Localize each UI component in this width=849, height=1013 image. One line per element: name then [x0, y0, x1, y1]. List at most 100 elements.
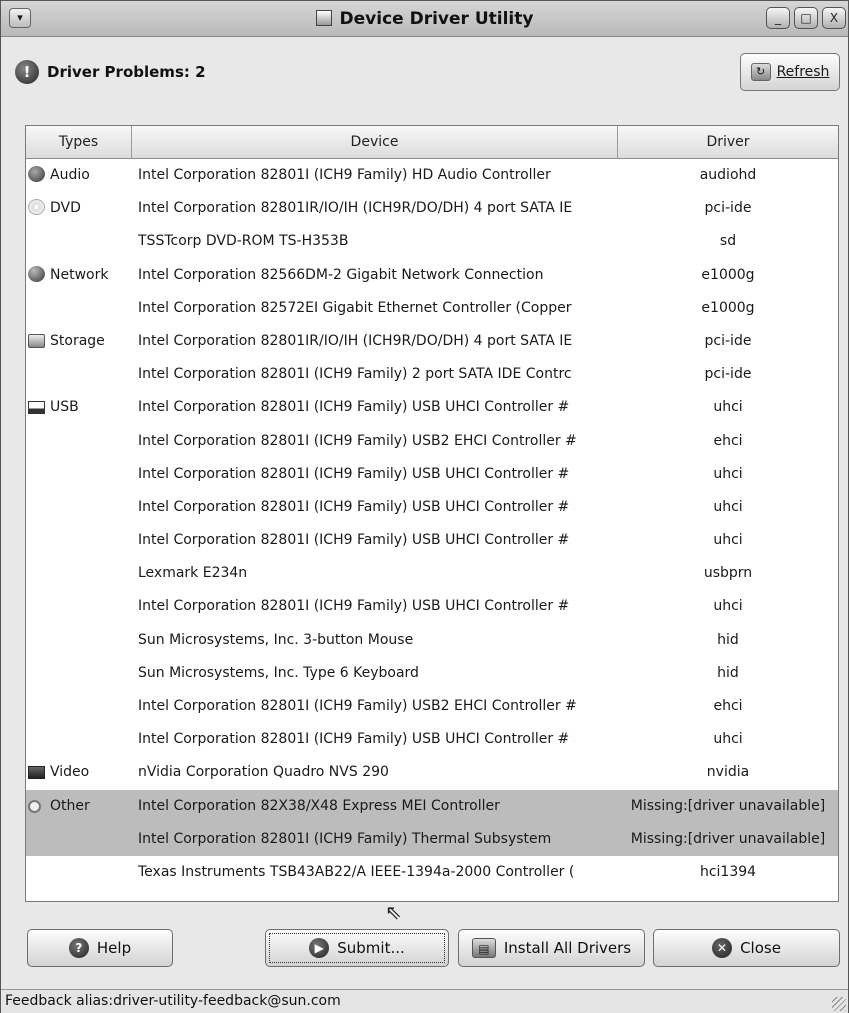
type-cell: Video — [28, 756, 132, 789]
type-cell — [28, 690, 132, 723]
driver-cell: e1000g — [701, 299, 755, 316]
table-row[interactable]: USB Intel Corporation 82801I (ICH9 Family… — [26, 391, 838, 424]
device-cell: Intel Corporation 82801I (ICH9 Family) U… — [138, 399, 570, 416]
table-row[interactable]: Intel Corporation 82801I (ICH9 Family) U… — [26, 690, 838, 723]
type-cell — [28, 225, 132, 258]
install-all-drivers-button[interactable]: ▤ Install All Drivers — [458, 929, 645, 967]
table-row[interactable]: Intel Corporation 82801I (ICH9 Family) U… — [26, 590, 838, 623]
device-cell: nVidia Corporation Quadro NVS 290 — [138, 764, 389, 781]
app-icon — [315, 10, 332, 26]
device-cell: Intel Corporation 82801I (ICH9 Family) H… — [138, 167, 551, 183]
help-label: Help — [96, 939, 132, 957]
type-cell — [28, 458, 132, 491]
type-label: Video — [50, 764, 90, 781]
table-header: Types Device Driver — [26, 126, 838, 159]
type-cell — [28, 823, 132, 856]
dvd-icon — [28, 199, 45, 216]
table-row[interactable]: DVD Intel Corporation 82801IR/IO/IH (ICH9… — [26, 192, 838, 225]
device-cell: Intel Corporation 82801I (ICH9 Family) U… — [138, 532, 570, 549]
close-label: Close — [740, 939, 781, 957]
driver-cell: ehci — [713, 698, 743, 714]
type-cell — [28, 657, 132, 690]
minimize-button[interactable]: _ — [766, 7, 790, 29]
type-cell — [28, 524, 132, 557]
resize-grip-icon[interactable] — [832, 997, 846, 1011]
type-cell — [28, 358, 132, 391]
close-button[interactable]: ✕ Close — [653, 929, 840, 967]
driver-cell: Missing:[driver unavailable] — [630, 797, 826, 814]
driver-cell: hid — [717, 664, 739, 681]
driver-cell: uhci — [713, 532, 743, 549]
table-row[interactable]: Sun Microsystems, Inc. 3-button Mouse hid — [26, 624, 838, 657]
driver-cell: pci-ide — [704, 200, 752, 217]
type-cell — [28, 425, 132, 458]
table-row[interactable]: Intel Corporation 82801I (ICH9 Family) U… — [26, 524, 838, 557]
type-cell — [28, 557, 132, 590]
table-row[interactable]: Intel Corporation 82801I (ICH9 Family) U… — [26, 458, 838, 491]
device-driver-utility-window: ▾ Device Driver Utility _ □ X ! Driver P… — [0, 0, 849, 1013]
table-row[interactable]: Intel Corporation 82801I (ICH9 Family) U… — [26, 491, 838, 524]
type-cell — [28, 624, 132, 657]
table-row[interactable]: Network Intel Corporation 82566DM-2 Gigab… — [26, 259, 838, 292]
driver-cell: uhci — [713, 731, 743, 748]
driver-cell: uhci — [713, 465, 743, 482]
type-cell — [28, 491, 132, 524]
device-cell: Intel Corporation 82801I (ICH9 Family) U… — [138, 731, 570, 748]
refresh-button[interactable]: ↻ Refresh — [740, 53, 840, 91]
device-cell: Intel Corporation 82801I (ICH9 Family) 2… — [138, 366, 572, 383]
alert-icon: ! — [15, 60, 39, 84]
table-row[interactable]: Other Intel Corporation 82X38/X48 Express… — [26, 789, 838, 823]
window-close-button[interactable]: X — [822, 7, 846, 29]
install-all-label: Install All Drivers — [503, 939, 632, 957]
device-table[interactable]: Types Device Driver Audio Intel Corporati… — [25, 125, 839, 902]
table-row[interactable]: Storage Intel Corporation 82801IR/IO/IH (… — [26, 325, 838, 358]
maximize-button[interactable]: □ — [794, 7, 818, 29]
type-label: Other — [50, 797, 90, 814]
type-label: DVD — [50, 200, 81, 217]
install-icon: ▤ — [471, 938, 496, 958]
table-row[interactable]: Intel Corporation 82801I (ICH9 Family) 2… — [26, 358, 838, 391]
column-header-device[interactable]: Device — [132, 126, 618, 159]
table-row[interactable]: Audio Intel Corporation 82801I (ICH9 Fami… — [26, 159, 838, 192]
type-cell: Storage — [28, 325, 132, 358]
mouse-cursor-icon: ⇖ — [385, 900, 402, 924]
help-icon: ? — [68, 938, 89, 958]
driver-cell: pci-ide — [704, 366, 752, 383]
table-row[interactable]: Intel Corporation 82572EI Gigabit Ethern… — [26, 292, 838, 325]
table-row[interactable]: Intel Corporation 82801I (ICH9 Family) U… — [26, 425, 838, 458]
device-cell: Texas Instruments TSB43AB22/A IEEE-1394a… — [138, 863, 575, 880]
type-cell: Network — [28, 259, 132, 292]
table-row[interactable]: Sun Microsystems, Inc. Type 6 Keyboard hi… — [26, 657, 838, 690]
device-cell: Intel Corporation 82801I (ICH9 Family) T… — [138, 830, 552, 847]
refresh-label: Refresh — [776, 64, 830, 80]
type-cell — [28, 856, 132, 889]
help-button[interactable]: ? Help — [27, 929, 173, 967]
type-label: Audio — [50, 167, 90, 183]
type-cell — [28, 590, 132, 623]
table-row[interactable]: Video nVidia Corporation Quadro NVS 290 nv… — [26, 756, 838, 789]
play-icon: ▶ — [309, 938, 330, 958]
table-row[interactable]: TSSTcorp DVD-ROM TS-H353B sd — [26, 225, 838, 258]
submit-label: Submit... — [337, 939, 405, 957]
submit-button[interactable]: ▶ Submit... — [265, 929, 449, 967]
column-header-driver[interactable]: Driver — [618, 126, 838, 159]
type-cell: USB — [28, 391, 132, 424]
table-row[interactable]: Intel Corporation 82801I (ICH9 Family) T… — [26, 822, 838, 856]
feedback-alias-text: Feedback alias:driver-utility-feedback@s… — [5, 993, 341, 1009]
driver-cell: ehci — [713, 432, 743, 449]
column-header-types[interactable]: Types — [26, 126, 132, 159]
table-row[interactable]: Intel Corporation 82801I (ICH9 Family) U… — [26, 723, 838, 756]
table-row[interactable]: Lexmark E234n usbprn — [26, 557, 838, 590]
type-label: USB — [50, 399, 79, 416]
other-icon — [28, 799, 41, 813]
device-cell: Intel Corporation 82801I (ICH9 Family) U… — [138, 698, 577, 714]
driver-cell: usbprn — [703, 565, 753, 582]
device-cell: Intel Corporation 82801I (ICH9 Family) U… — [138, 465, 570, 482]
table-row[interactable]: Texas Instruments TSB43AB22/A IEEE-1394a… — [26, 856, 838, 889]
device-cell: Intel Corporation 82572EI Gigabit Ethern… — [138, 299, 572, 316]
title-bar[interactable]: ▾ Device Driver Utility _ □ X — [1, 1, 848, 37]
type-cell: Other — [28, 790, 132, 823]
status-bar: Feedback alias:driver-utility-feedback@s… — [1, 989, 848, 1013]
driver-cell: Missing:[driver unavailable] — [630, 830, 826, 847]
type-label: Network — [50, 266, 109, 283]
